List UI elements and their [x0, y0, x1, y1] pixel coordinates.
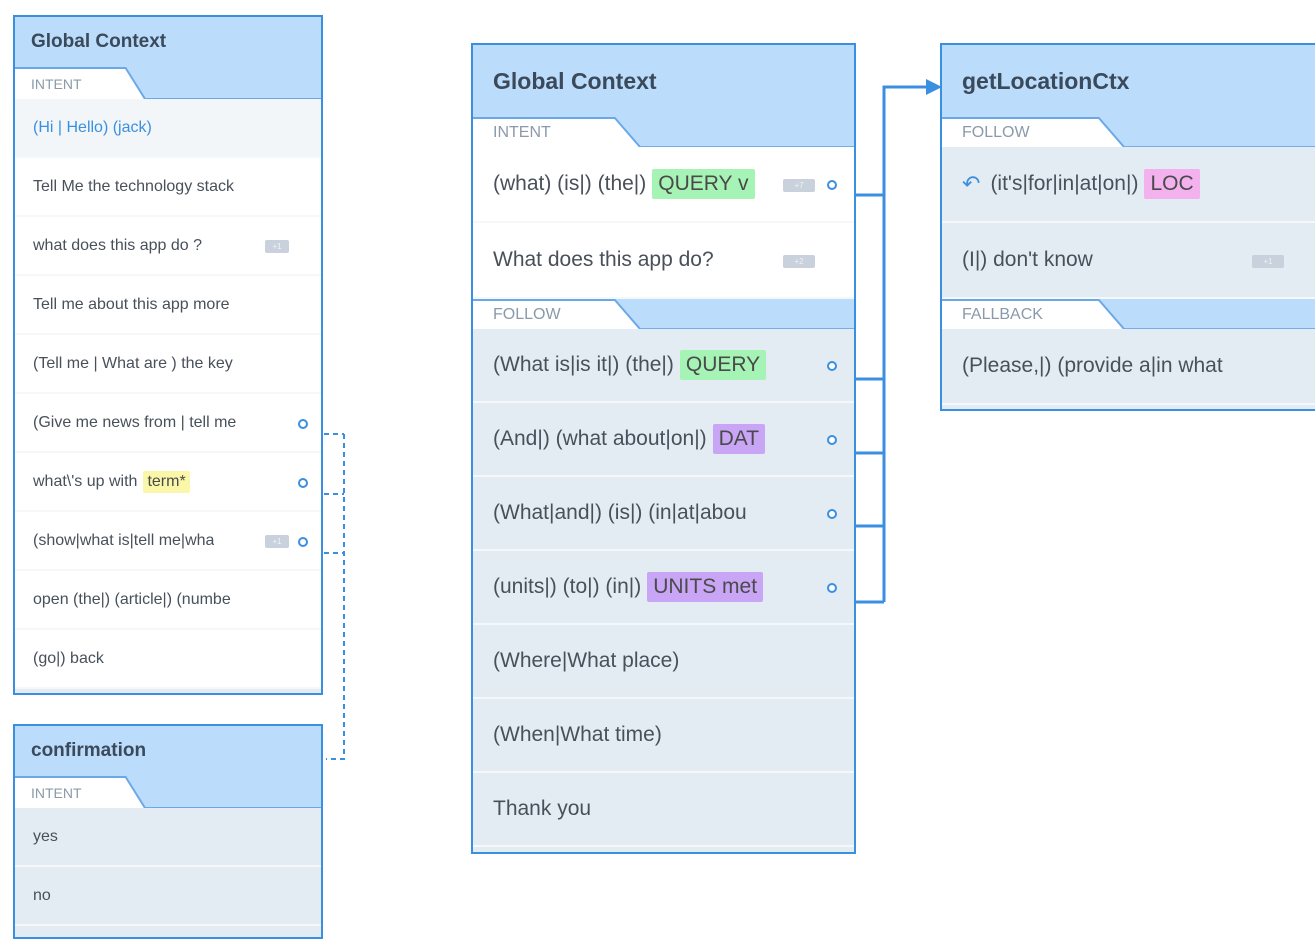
list-item[interactable]: (And|) (what about|on|) DAT: [473, 403, 854, 477]
connector-port[interactable]: [827, 361, 837, 371]
list-item[interactable]: What does this app do? +2: [473, 223, 854, 299]
confirmation-card: confirmation INTENT yes no: [13, 724, 323, 939]
list-item[interactable]: ↶ (it's|for|in|at|on|) LOC: [942, 147, 1315, 223]
card-header[interactable]: Global Context: [473, 45, 854, 117]
location-ctx-card: getLocationCtx FOLLOW ↶ (it's|for|in|at|o…: [940, 43, 1315, 411]
list-item[interactable]: (go|) back: [15, 630, 321, 689]
list-item[interactable]: yes: [15, 808, 321, 867]
card-title: Global Context: [31, 31, 167, 52]
connector-port[interactable]: [298, 477, 308, 488]
list-item[interactable]: Thank you: [473, 773, 854, 847]
row-text: (what) (is|) (the|): [493, 172, 647, 195]
entity-chip: term*: [143, 470, 190, 493]
list-item[interactable]: no: [15, 867, 321, 926]
row-text: yes: [33, 827, 58, 845]
list-item[interactable]: what does this app do ? +1: [15, 217, 321, 276]
variant-count-badge: +1: [265, 535, 289, 548]
card-title: getLocationCtx: [962, 67, 1130, 94]
follow-list: (What is|is it|) (the|) QUERY (And|) (what…: [473, 329, 854, 847]
intent-list: yes no: [15, 808, 321, 926]
connector-port[interactable]: [298, 418, 308, 429]
row-text: (I|) don't know: [962, 248, 1093, 271]
list-item[interactable]: (show|what is|tell me|wha +1: [15, 512, 321, 571]
list-item[interactable]: Tell Me the technology stack: [15, 158, 321, 217]
entity-chip: QUERY v: [652, 169, 755, 199]
row-text: (When|What time): [493, 723, 662, 746]
card-title: Global Context: [493, 67, 657, 94]
section-label-follow: FOLLOW: [942, 117, 1315, 147]
follow-list: ↶ (it's|for|in|at|on|) LOC (I|) don't know +…: [942, 147, 1315, 299]
card-header[interactable]: getLocationCtx: [942, 45, 1315, 117]
list-item[interactable]: (what) (is|) (the|) QUERY v +7: [473, 147, 854, 223]
list-item[interactable]: what\'s up with term*: [15, 453, 321, 512]
section-label-follow: FOLLOW: [473, 299, 854, 329]
row-text: Tell me about this app more: [33, 295, 230, 313]
variant-count-badge: +7: [783, 178, 815, 192]
list-item[interactable]: (I|) don't know +1: [942, 223, 1315, 299]
row-text: (units|) (to|) (in|): [493, 575, 642, 598]
intent-list: (Hi | Hello) (jack) Tell Me the technolog…: [15, 99, 321, 689]
row-text: (Give me news from | tell me: [33, 413, 237, 431]
list-item[interactable]: (units|) (to|) (in|) UNITS met: [473, 551, 854, 625]
list-item[interactable]: (Tell me | What are ) the key: [15, 335, 321, 394]
row-text: (Tell me | What are ) the key: [33, 354, 233, 372]
row-text: (show|what is|tell me|wha: [33, 531, 215, 549]
card-header[interactable]: Global Context: [15, 17, 321, 67]
row-text: What does this app do?: [493, 248, 714, 271]
section-label-intent: INTENT: [473, 117, 854, 147]
variant-count-badge: +1: [1252, 254, 1284, 268]
row-text: (Please,|) (provide a|in what: [962, 354, 1223, 377]
list-item[interactable]: (What is|is it|) (the|) QUERY: [473, 329, 854, 403]
row-text: (go|) back: [33, 649, 104, 667]
row-text: (Where|What place): [493, 649, 680, 672]
list-item[interactable]: (Hi | Hello) (jack): [15, 99, 321, 158]
list-item[interactable]: (Give me news from | tell me: [15, 394, 321, 453]
list-item[interactable]: (Please,|) (provide a|in what: [942, 329, 1315, 405]
variant-count-badge: +1: [265, 240, 289, 253]
row-text: (What is|is it|) (the|): [493, 353, 674, 376]
row-text: (Hi | Hello) (jack): [33, 118, 152, 136]
row-text: Tell Me the technology stack: [33, 177, 234, 195]
connector-port[interactable]: [298, 536, 308, 547]
list-item[interactable]: open (the|) (article|) (numbe: [15, 571, 321, 630]
connector-port[interactable]: [827, 583, 837, 593]
row-text: what does this app do ?: [33, 236, 203, 254]
dashed-connector-to-confirmation: [326, 434, 345, 760]
list-item[interactable]: (What|and|) (is|) (in|at|abou: [473, 477, 854, 551]
global-context-card-left: Global Context INTENT (Hi | Hello) (jack…: [13, 15, 323, 695]
list-item[interactable]: Tell me about this app more: [15, 276, 321, 335]
entity-chip: DAT: [712, 424, 766, 454]
connector-port[interactable]: [827, 180, 837, 190]
intent-list: (what) (is|) (the|) QUERY v +7 What does th…: [473, 147, 854, 299]
row-text: what\'s up with: [33, 472, 138, 490]
connector-port[interactable]: [827, 435, 837, 445]
row-text: (And|) (what about|on|): [493, 427, 707, 450]
list-item[interactable]: (When|What time): [473, 699, 854, 773]
list-item[interactable]: (Where|What place): [473, 625, 854, 699]
entity-chip: UNITS met: [647, 572, 764, 602]
card-title: confirmation: [31, 740, 147, 761]
row-text: (it's|for|in|at|on|): [990, 172, 1139, 195]
entity-chip: QUERY: [679, 350, 767, 380]
variant-count-badge: +2: [783, 254, 815, 268]
global-context-card-main: Global Context INTENT (what) (is|) (the|…: [471, 43, 856, 854]
card-header[interactable]: confirmation: [15, 726, 321, 776]
row-text: no: [33, 886, 51, 904]
section-label-fallback: FALLBACK: [942, 299, 1315, 329]
entity-chip: LOC: [1144, 169, 1200, 199]
section-label-intent: INTENT: [15, 776, 321, 808]
connector-port[interactable]: [827, 509, 837, 519]
row-text: (What|and|) (is|) (in|at|abou: [493, 501, 747, 524]
row-text: open (the|) (article|) (numbe: [33, 590, 231, 608]
return-arrow-icon: ↶: [962, 171, 981, 196]
fallback-list: (Please,|) (provide a|in what: [942, 329, 1315, 405]
connector-line-to-location: [882, 85, 930, 602]
row-text: Thank you: [493, 797, 592, 820]
section-label-intent: INTENT: [15, 67, 321, 99]
